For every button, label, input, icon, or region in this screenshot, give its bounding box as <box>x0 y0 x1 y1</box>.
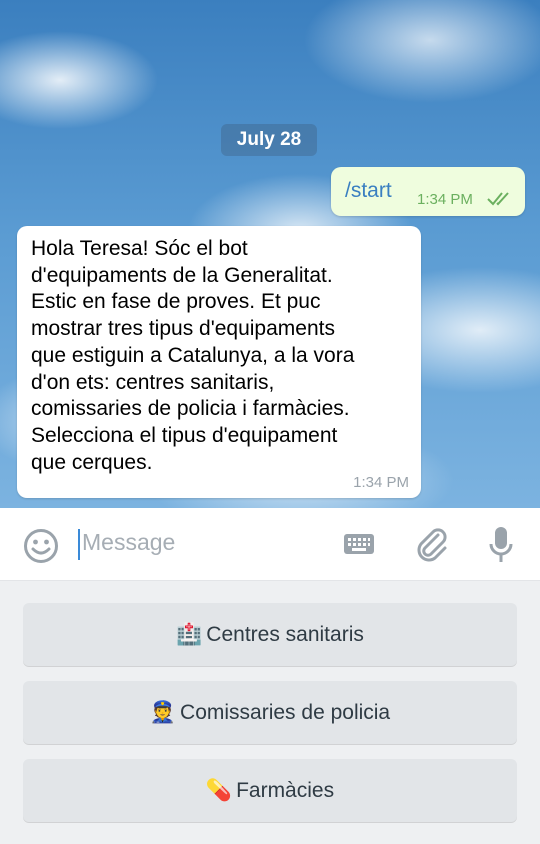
smiley-icon[interactable] <box>23 528 59 564</box>
message-input-bar: Message <box>0 508 540 581</box>
keyboard-button-label: Centres sanitaris <box>206 623 364 646</box>
bot-reply-keyboard: 🏥 Centres sanitaris 👮 Comissaries de polic… <box>0 581 540 844</box>
keyboard-button-label: Comissaries de policia <box>180 701 391 724</box>
text-caret <box>78 529 80 560</box>
keyboard-icon[interactable] <box>343 533 375 555</box>
date-separator: July 28 <box>221 124 317 156</box>
microphone-icon[interactable] <box>488 526 514 566</box>
double-check-icon <box>487 192 509 206</box>
keyboard-button-comissaries-de-policia[interactable]: 👮 Comissaries de policia <box>23 681 517 744</box>
keyboard-button-centres-sanitaris[interactable]: 🏥 Centres sanitaris <box>23 603 517 666</box>
keyboard-button-farmacies[interactable]: 💊 Farmàcies <box>23 759 517 822</box>
paperclip-icon[interactable] <box>414 526 450 564</box>
incoming-message[interactable]: Hola Teresa! Sóc el bot d'equipaments de… <box>17 226 421 498</box>
outgoing-message[interactable]: /start 1:34 PM <box>331 167 525 216</box>
keyboard-button-label: Farmàcies <box>236 779 335 802</box>
outgoing-message-text: /start <box>345 179 392 202</box>
outgoing-message-time: 1:34 PM <box>417 191 473 208</box>
police-officer-icon: 👮 <box>149 700 177 724</box>
chat-area[interactable]: July 28 /start 1:34 PM Hola Teresa! Sóc … <box>0 0 540 508</box>
message-input[interactable]: Message <box>82 529 175 556</box>
incoming-message-text: Hola Teresa! Sóc el bot d'equipaments de… <box>31 237 355 474</box>
pill-icon: 💊 <box>205 778 233 802</box>
hospital-icon: 🏥 <box>176 622 203 646</box>
incoming-message-time: 1:34 PM <box>353 474 409 491</box>
